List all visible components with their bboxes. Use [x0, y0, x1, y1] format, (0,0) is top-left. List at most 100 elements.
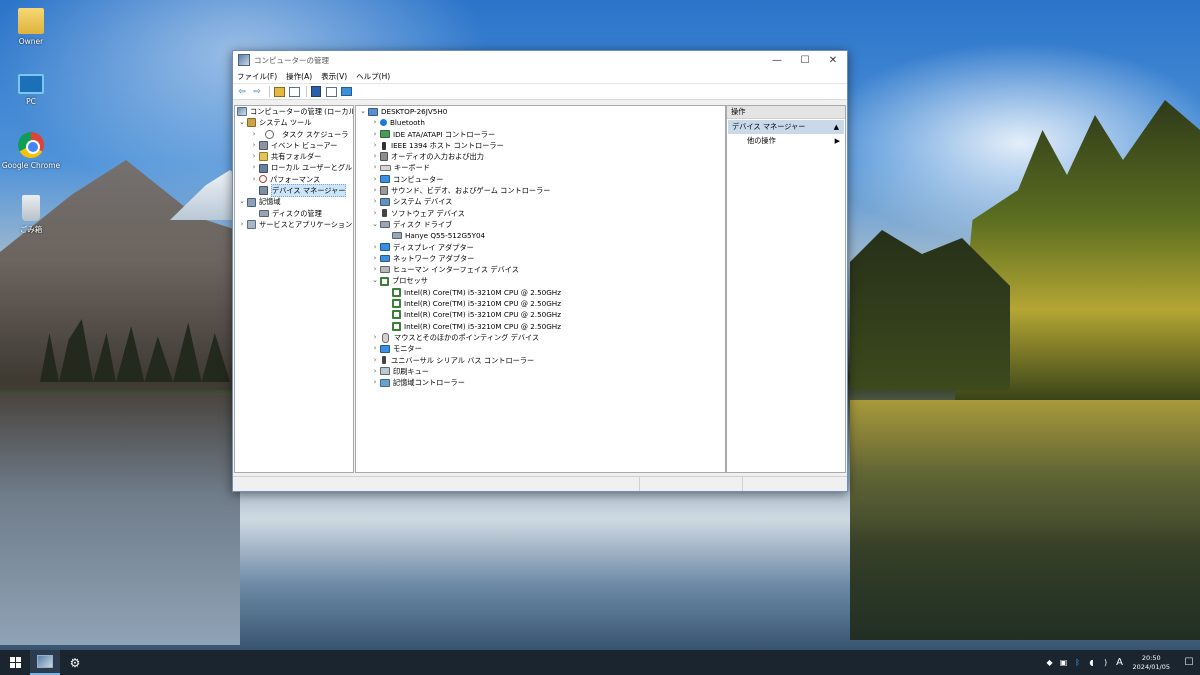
speaker-icon[interactable]: ◖ [1086, 658, 1098, 667]
device-category-processor[interactable]: ⌄ プロセッサ [356, 275, 725, 286]
chevron-right-icon[interactable]: › [237, 219, 247, 230]
network-status-icon[interactable]: ◆ [1044, 658, 1056, 667]
chevron-down-icon[interactable]: ⌄ [237, 117, 247, 128]
tree-local-users[interactable]: › ローカル ユーザーとグループ [235, 162, 353, 173]
device-category-disk[interactable]: ⌄ ディスク ドライブ [356, 219, 725, 230]
back-arrow-icon[interactable]: ⇦ [236, 86, 248, 97]
device-category-computer[interactable]: › コンピューター [356, 174, 725, 185]
menu-action[interactable]: 操作(A) [286, 71, 312, 82]
tree-disk-management[interactable]: ディスクの管理 [235, 208, 353, 219]
scan-hardware-icon[interactable] [340, 86, 352, 97]
console-tree-icon[interactable] [288, 86, 300, 97]
tree-services-apps[interactable]: › サービスとアプリケーション [235, 219, 353, 230]
tree-storage[interactable]: ⌄ 記憶域 [235, 196, 353, 207]
chevron-right-icon[interactable]: › [249, 129, 259, 140]
tree-event-viewer[interactable]: › イベント ビューアー [235, 140, 353, 151]
chevron-right-icon[interactable]: › [370, 377, 380, 388]
chevron-right-icon[interactable]: › [249, 140, 259, 151]
device-category-ide[interactable]: › IDE ATA/ATAPI コントローラー [356, 129, 725, 140]
chevron-right-icon[interactable]: › [370, 117, 380, 128]
chevron-right-icon[interactable]: › [370, 185, 380, 196]
chevron-right-icon[interactable]: › [249, 151, 259, 162]
chevron-right-icon[interactable]: › [249, 162, 259, 173]
device-root[interactable]: ⌄ DESKTOP-26JV5H0 [356, 106, 725, 117]
device-category-network[interactable]: › ネットワーク アダプター [356, 253, 725, 264]
tree-task-scheduler[interactable]: › タスク スケジューラ [235, 129, 353, 140]
volume-icon[interactable]: ) [1100, 658, 1112, 667]
tree-system-tools[interactable]: ⌄ システム ツール [235, 117, 353, 128]
device-category-hid[interactable]: › ヒューマン インターフェイス デバイス [356, 264, 725, 275]
chevron-right-icon[interactable]: › [370, 355, 380, 366]
device-category-usb[interactable]: › ユニバーサル シリアル バス コントローラー [356, 355, 725, 366]
chevron-down-icon[interactable]: ⌄ [370, 219, 380, 230]
device-item-cpu[interactable]: Intel(R) Core(TM) i5-3210M CPU @ 2.50GHz [356, 287, 725, 298]
device-item-cpu[interactable]: Intel(R) Core(TM) i5-3210M CPU @ 2.50GHz [356, 298, 725, 309]
desktop-icon-owner[interactable]: Owner [1, 8, 61, 46]
chevron-right-icon[interactable]: › [370, 162, 380, 173]
device-category-bluetooth[interactable]: › Bluetooth [356, 117, 725, 128]
device-category-system[interactable]: › システム デバイス [356, 196, 725, 207]
tree-shared-folders[interactable]: › 共有フォルダー [235, 151, 353, 162]
chevron-down-icon[interactable]: ⌄ [237, 196, 247, 207]
chevron-right-icon[interactable]: › [370, 140, 380, 151]
chevron-right-icon[interactable]: › [370, 151, 380, 162]
computer-management-window[interactable]: コンピューターの管理 — ☐ ✕ ファイル(F) 操作(A) 表示(V) ヘルプ… [232, 50, 848, 492]
menu-view[interactable]: 表示(V) [321, 71, 347, 82]
chevron-down-icon[interactable]: ⌄ [370, 275, 380, 286]
help-icon[interactable] [310, 86, 322, 97]
device-category-display[interactable]: › ディスプレイ アダプター [356, 242, 725, 253]
chevron-right-icon[interactable]: › [249, 174, 259, 185]
chevron-right-icon[interactable]: › [370, 242, 380, 253]
device-category-print-queue[interactable]: › 印刷キュー [356, 366, 725, 377]
device-item-cpu[interactable]: Intel(R) Core(TM) i5-3210M CPU @ 2.50GHz [356, 321, 725, 332]
chevron-right-icon[interactable]: › [370, 174, 380, 185]
desktop-icon-pc[interactable]: PC [1, 70, 61, 106]
tree-root[interactable]: コンピューターの管理 (ローカル) [235, 106, 353, 117]
console-tree-pane[interactable]: コンピューターの管理 (ローカル) ⌄ システム ツール › タスク スケジューラ … [234, 105, 354, 473]
menu-help[interactable]: ヘルプ(H) [356, 71, 390, 82]
title-bar[interactable]: コンピューターの管理 — ☐ ✕ [233, 51, 847, 69]
chevron-right-icon[interactable]: › [370, 366, 380, 377]
chevron-right-icon[interactable]: › [370, 253, 380, 264]
device-category-mouse[interactable]: › マウスとそのほかのポインティング デバイス [356, 332, 725, 343]
chevron-right-icon[interactable]: › [370, 208, 380, 219]
minimize-button[interactable]: — [763, 51, 791, 69]
actions-section-device-manager[interactable]: デバイス マネージャー ▲ [728, 120, 844, 134]
device-category-storage-ctrl[interactable]: › 記憶域コントローラー [356, 377, 725, 388]
actions-other-operations[interactable]: 他の操作 ▶ [727, 134, 845, 148]
chevron-right-icon[interactable]: › [370, 343, 380, 354]
device-category-monitor[interactable]: › モニター [356, 343, 725, 354]
device-category-ieee1394[interactable]: › IEEE 1394 ホスト コントローラー [356, 140, 725, 151]
ime-indicator[interactable]: A [1114, 657, 1126, 668]
chevron-down-icon[interactable]: ⌄ [358, 106, 368, 117]
actions-pane[interactable]: 操作 デバイス マネージャー ▲ 他の操作 ▶ [726, 105, 846, 473]
taskbar-computer-management[interactable] [30, 650, 60, 675]
device-category-keyboard[interactable]: › キーボード [356, 162, 725, 173]
forward-arrow-icon[interactable]: ⇨ [251, 86, 263, 97]
device-category-sound[interactable]: › サウンド、ビデオ、およびゲーム コントローラー [356, 185, 725, 196]
desktop-icon-chrome[interactable]: Google Chrome [1, 132, 61, 170]
chevron-right-icon[interactable]: › [370, 264, 380, 275]
collapse-up-icon[interactable]: ▲ [834, 120, 839, 134]
chevron-right-icon[interactable]: › [370, 129, 380, 140]
menu-file[interactable]: ファイル(F) [237, 71, 277, 82]
maximize-button[interactable]: ☐ [791, 51, 819, 69]
properties-icon[interactable] [325, 86, 337, 97]
chevron-right-icon[interactable]: › [370, 196, 380, 207]
desktop-icon-recycle-bin[interactable]: ごみ箱 [1, 195, 61, 235]
device-item-cpu[interactable]: Intel(R) Core(TM) i5-3210M CPU @ 2.50GHz [356, 309, 725, 320]
bluetooth-icon[interactable]: ᛒ [1072, 658, 1084, 667]
tree-device-manager[interactable]: デバイス マネージャー [235, 184, 353, 198]
security-icon[interactable]: ▣ [1058, 658, 1070, 667]
clock[interactable]: 20:50 2024/01/05 [1133, 654, 1170, 672]
start-button[interactable] [0, 650, 30, 675]
device-category-software[interactable]: › ソフトウェア デバイス [356, 208, 725, 219]
device-category-audio-io[interactable]: › オーディオの入力および出力 [356, 151, 725, 162]
device-item-disk[interactable]: Hanye Q55-512G5Y04 [356, 230, 725, 241]
taskbar-settings[interactable]: ⚙ [60, 650, 90, 675]
close-button[interactable]: ✕ [819, 51, 847, 69]
notification-icon[interactable]: ☐ [1178, 657, 1200, 668]
up-folder-icon[interactable] [273, 86, 285, 97]
device-tree-pane[interactable]: ⌄ DESKTOP-26JV5H0 › Bluetooth › IDE ATA/ATA… [355, 105, 726, 473]
chevron-right-icon[interactable]: › [370, 332, 380, 343]
